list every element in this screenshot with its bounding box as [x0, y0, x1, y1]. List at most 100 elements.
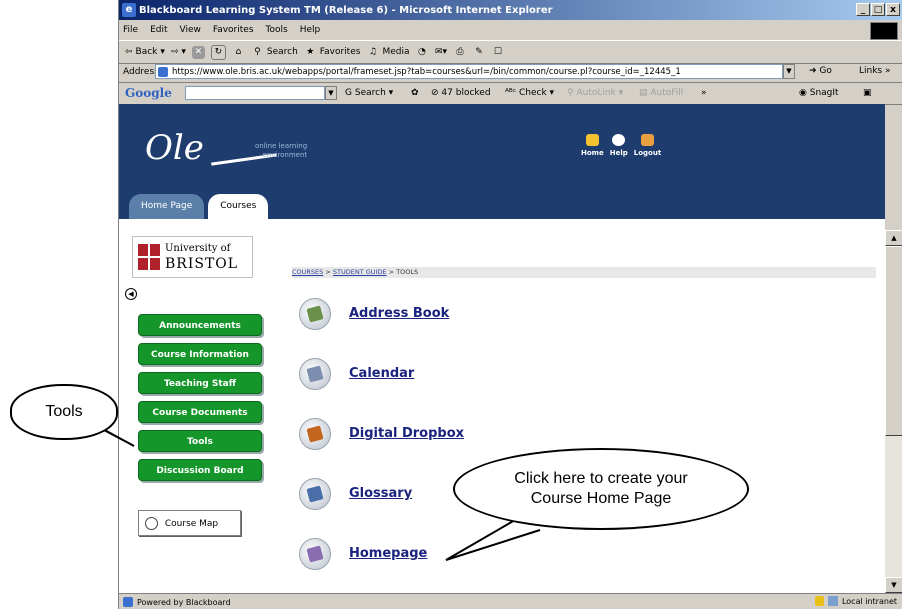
title-bar: e Blackboard Learning System TM (Release…: [119, 0, 902, 20]
snagit-capture-icon[interactable]: ▣: [863, 88, 872, 98]
home-icon: ⌂: [235, 46, 242, 57]
back-arrow-icon: ⇦: [125, 47, 133, 57]
house-icon: [585, 134, 599, 146]
dropbox-glyph: [306, 425, 324, 443]
google-logo[interactable]: Google: [125, 86, 172, 100]
tool-digital-dropbox-link[interactable]: Digital Dropbox: [349, 426, 464, 441]
search-button[interactable]: ⚲ Search: [251, 46, 298, 59]
scroll-down-button[interactable]: ▼: [885, 577, 902, 593]
tool-address-book-link[interactable]: Address Book: [349, 306, 449, 321]
forward-button[interactable]: ⇨ ▾: [171, 47, 186, 57]
nav-discussion-board[interactable]: Discussion Board: [138, 459, 262, 481]
discuss-button[interactable]: ☐: [491, 46, 504, 59]
page-icon: [158, 67, 168, 77]
edit-button[interactable]: ✎: [472, 46, 485, 59]
links-button[interactable]: Links »: [859, 66, 891, 76]
menu-help[interactable]: Help: [300, 25, 321, 35]
address-input[interactable]: https://www.ole.bris.ac.uk/webapps/porta…: [155, 64, 783, 79]
refresh-button[interactable]: ↻: [210, 44, 226, 60]
stop-icon: ✕: [191, 45, 205, 59]
autolink-button[interactable]: ⚲ AutoLink ▾: [567, 88, 623, 98]
course-map-icon: [145, 517, 158, 530]
tab-courses[interactable]: Courses: [208, 194, 269, 219]
breadcrumb-courses[interactable]: COURSES: [292, 268, 323, 276]
favorites-button[interactable]: ★ Favorites: [304, 46, 360, 59]
homepage-icon[interactable]: [299, 538, 331, 570]
autofill-button[interactable]: ▤ AutoFill: [639, 88, 683, 98]
media-button[interactable]: ♫ Media: [366, 46, 410, 59]
autofill-icon: ▤: [639, 88, 648, 98]
ole-logo[interactable]: Ole: [145, 128, 204, 168]
go-arrow-icon: ➜: [809, 66, 817, 76]
spell-check-button[interactable]: ᴬᴮᶜ Check ▾: [505, 88, 554, 98]
back-button[interactable]: ⇦ Back ▾: [125, 47, 165, 57]
nav-tools[interactable]: Tools: [138, 430, 262, 452]
history-button[interactable]: ◔: [415, 46, 428, 59]
refresh-icon: ↻: [210, 44, 226, 60]
address-bar: Address https://www.ole.bris.ac.uk/webap…: [119, 62, 902, 83]
google-search-button[interactable]: G Search ▾: [345, 88, 393, 98]
address-dropdown-button[interactable]: ▼: [783, 64, 795, 79]
stop-button[interactable]: ✕: [191, 45, 205, 59]
minimize-button[interactable]: _: [856, 3, 870, 16]
address-book-icon[interactable]: [299, 298, 331, 330]
google-search-input[interactable]: [185, 86, 325, 100]
course-map-button[interactable]: Course Map: [138, 510, 241, 536]
breadcrumb-current: TOOLS: [396, 268, 419, 276]
window-title: Blackboard Learning System TM (Release 6…: [139, 4, 553, 16]
print-icon: ⎙: [456, 46, 464, 57]
homepage-callout: Click here to create your Course Home Pa…: [453, 448, 749, 530]
home-link[interactable]: Home: [581, 134, 604, 157]
calendar-glyph: [306, 365, 324, 383]
menu-file[interactable]: File: [123, 25, 138, 35]
google-search-dropdown[interactable]: ▼: [325, 86, 337, 100]
close-button[interactable]: x: [886, 3, 900, 16]
nav-announcements[interactable]: Announcements: [138, 314, 262, 336]
menu-edit[interactable]: Edit: [150, 25, 167, 35]
vertical-scrollbar[interactable]: ▲ ▼: [885, 230, 902, 593]
glossary-icon[interactable]: [299, 478, 331, 510]
menu-tools[interactable]: Tools: [266, 25, 288, 35]
autolink-icon: ⚲: [567, 88, 574, 98]
calendar-icon[interactable]: [299, 358, 331, 390]
ie-icon: e: [122, 3, 136, 17]
popup-blocker-button[interactable]: ⊘ 47 blocked: [431, 88, 491, 98]
maximize-button[interactable]: □: [871, 3, 885, 16]
scroll-up-button[interactable]: ▲: [885, 230, 902, 246]
homepage-glyph: [306, 545, 324, 563]
help-icon: [612, 134, 626, 146]
nav-course-information[interactable]: Course Information: [138, 343, 262, 365]
help-link[interactable]: Help: [610, 134, 628, 157]
snagit-button[interactable]: ◉ SnagIt: [799, 88, 839, 98]
check-icon: ᴬᴮᶜ: [505, 88, 517, 98]
go-button[interactable]: ➜ Go: [809, 66, 832, 76]
pagerank-icon[interactable]: ✿: [411, 88, 419, 98]
tab-home-page[interactable]: Home Page: [129, 194, 205, 219]
nav-course-documents[interactable]: Course Documents: [138, 401, 262, 423]
university-logo: University of BRISTOL: [132, 236, 253, 278]
nav-teaching-staff[interactable]: Teaching Staff: [138, 372, 262, 394]
glossary-glyph: [306, 485, 324, 503]
standard-toolbar: ⇦ Back ▾ ⇨ ▾ ✕ ↻ ⌂ ⚲ Search ★ Favorites …: [119, 40, 902, 64]
breadcrumb: COURSES > STUDENT GUIDE > TOOLS: [292, 267, 876, 278]
address-url: https://www.ole.bris.ac.uk/webapps/porta…: [172, 67, 681, 77]
tool-glossary-link[interactable]: Glossary: [349, 486, 412, 501]
forward-arrow-icon: ⇨ ▾: [170, 47, 186, 57]
mail-button[interactable]: ✉▾: [434, 46, 447, 59]
logout-icon: [640, 134, 654, 146]
tools-callout: Tools: [10, 384, 118, 440]
print-button[interactable]: ⎙: [453, 46, 466, 59]
digital-dropbox-icon[interactable]: [299, 418, 331, 450]
google-more-button[interactable]: »: [701, 88, 707, 98]
scroll-thumb[interactable]: [885, 246, 902, 436]
edit-icon: ✎: [475, 46, 483, 57]
menu-view[interactable]: View: [180, 25, 201, 35]
tool-calendar-link[interactable]: Calendar: [349, 366, 414, 381]
home-button[interactable]: ⌂: [232, 46, 245, 59]
tool-homepage-link[interactable]: Homepage: [349, 546, 427, 561]
collapse-menu-icon[interactable]: ◀: [125, 288, 137, 300]
discuss-icon: ☐: [493, 46, 502, 57]
menu-favorites[interactable]: Favorites: [213, 25, 254, 35]
breadcrumb-student-guide[interactable]: STUDENT GUIDE: [333, 268, 387, 276]
logout-link[interactable]: Logout: [634, 134, 661, 157]
